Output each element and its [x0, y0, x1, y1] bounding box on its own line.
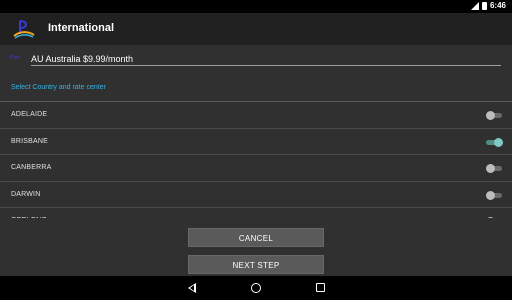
- plan-field[interactable]: AU Australia $9.99/month: [31, 53, 501, 66]
- rate-center-toggle[interactable]: [486, 217, 502, 218]
- battery-icon: [481, 1, 487, 10]
- clock: 6:46: [489, 1, 506, 10]
- rate-center-row[interactable]: BRISBANE: [0, 129, 512, 155]
- toggle-thumb: [486, 190, 495, 200]
- cancel-button[interactable]: CANCEL: [188, 228, 324, 247]
- rate-center-toggle[interactable]: [486, 137, 503, 147]
- rate-center-row[interactable]: CANBERRA: [0, 155, 512, 182]
- rate-center-toggle[interactable]: [486, 190, 502, 200]
- rate-center-label: DARWIN: [11, 190, 41, 198]
- page-title: International: [48, 22, 115, 34]
- toggle-thumb: [486, 111, 495, 120]
- plan-label: Plan: [10, 55, 21, 61]
- rate-center-toggle[interactable]: [486, 164, 502, 173]
- home-icon[interactable]: [251, 283, 261, 293]
- rate-center-label: ADELAIDE: [11, 111, 48, 118]
- next-step-button[interactable]: NEXT STEP: [188, 255, 324, 274]
- rate-center-row[interactable]: GEELONG: [0, 208, 512, 218]
- recents-icon[interactable]: [316, 283, 325, 292]
- back-icon[interactable]: [188, 283, 196, 293]
- app-logo-icon[interactable]: [12, 18, 36, 42]
- rate-center-row[interactable]: ADELAIDE: [0, 102, 512, 129]
- status-bar: 6:46: [0, 0, 512, 13]
- toggle-thumb: [494, 137, 503, 147]
- toggle-thumb: [486, 217, 495, 218]
- rate-center-list[interactable]: ADELAIDE BRISBANE CANBERRA DARWIN GEELONG: [0, 102, 512, 218]
- rate-center-row[interactable]: DARWIN: [0, 182, 512, 208]
- signal-icon: [470, 1, 479, 10]
- navigation-bar: [0, 276, 512, 300]
- toggle-thumb: [486, 164, 495, 173]
- rate-center-toggle[interactable]: [486, 111, 502, 120]
- rate-center-label: BRISBANE: [11, 137, 48, 145]
- app-bar: International: [0, 13, 512, 45]
- main-content: Plan AU Australia $9.99/month Select Cou…: [0, 45, 512, 276]
- select-country-label: Select Country and rate center: [11, 84, 106, 91]
- status-icons: 6:46: [470, 1, 506, 10]
- rate-center-label: GEELONG: [11, 217, 47, 218]
- rate-center-label: CANBERRA: [11, 164, 52, 171]
